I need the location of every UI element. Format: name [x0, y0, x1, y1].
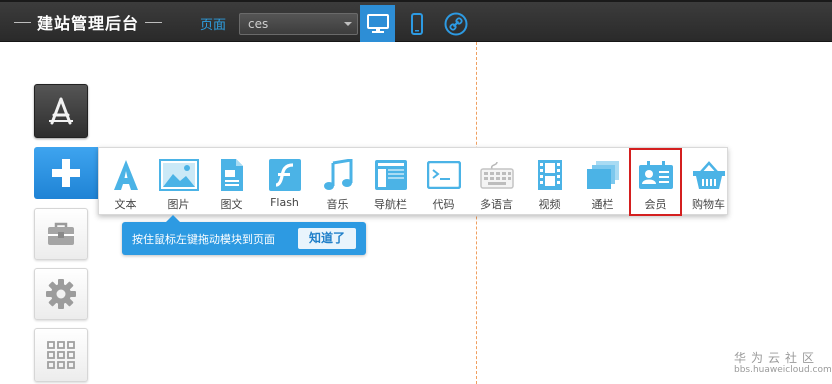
module-navbar[interactable]: 导航栏	[364, 148, 417, 216]
member-card-icon	[634, 157, 678, 193]
watermark-brand: 华为云社区	[734, 351, 820, 365]
module-code[interactable]: 代码	[417, 148, 470, 216]
app-title-text: 建站管理后台	[37, 14, 140, 33]
module-label: 导航栏	[374, 198, 407, 211]
app-store-icon	[49, 97, 73, 125]
phone-icon	[411, 12, 423, 35]
page-select[interactable]: ces	[239, 13, 358, 35]
video-icon	[528, 157, 572, 193]
settings-button[interactable]	[34, 268, 88, 320]
module-label: Flash	[270, 196, 299, 209]
module-image-text[interactable]: 图文	[205, 148, 258, 216]
navbar-icon	[369, 157, 413, 193]
module-label: 视频	[538, 198, 561, 211]
desktop-view-button[interactable]	[360, 5, 395, 42]
text-icon	[104, 157, 148, 193]
module-label: 音乐	[326, 198, 349, 211]
module-label: 图片	[167, 198, 190, 211]
module-label: 图文	[220, 198, 243, 211]
toolbox-icon	[48, 222, 74, 245]
app-title: 建站管理后台	[8, 9, 168, 35]
flash-icon	[263, 157, 307, 193]
toolbox-button[interactable]	[34, 208, 88, 260]
keyboard-icon	[475, 157, 519, 193]
module-image[interactable]: 图片	[152, 148, 205, 216]
code-icon	[422, 157, 466, 193]
module-label: 会员	[644, 198, 667, 211]
more-apps-button[interactable]	[34, 328, 88, 382]
music-icon	[316, 157, 360, 193]
module-panel: 文本 图片 图文 Flash 音乐 导航栏 代码 多语言 视频 通栏 会员 购物…	[98, 147, 728, 216]
module-member[interactable]: 会员	[629, 148, 682, 216]
module-banner[interactable]: 通栏	[576, 148, 629, 216]
link-circle-icon	[444, 12, 468, 35]
module-label: 代码	[432, 198, 455, 211]
cart-icon	[687, 157, 731, 193]
grid-apps-icon	[47, 341, 75, 369]
module-label: 文本	[114, 198, 137, 211]
drag-hint-tooltip: 按住鼠标左键拖动模块到页面 知道了	[122, 215, 366, 255]
gear-icon	[46, 279, 76, 309]
image-text-icon	[210, 157, 254, 193]
watermark-url: bbs.huaweicloud.com	[734, 365, 832, 375]
banner-icon	[581, 157, 625, 193]
monitor-icon	[366, 13, 389, 33]
title-dash-right	[145, 21, 163, 23]
module-label: 通栏	[591, 198, 614, 211]
top-bar: 建站管理后台 页面 ces	[0, 0, 832, 42]
module-multilang[interactable]: 多语言	[470, 148, 523, 216]
module-flash[interactable]: Flash	[258, 148, 311, 216]
link-button[interactable]	[440, 5, 472, 42]
title-dash-left	[14, 21, 31, 23]
app-store-button[interactable]	[34, 84, 88, 138]
page: 建站管理后台 页面 ces 文本 图片 图文 Flash 音乐 导航栏 代码 多…	[0, 0, 832, 384]
mobile-view-button[interactable]	[401, 5, 433, 42]
module-music[interactable]: 音乐	[311, 148, 364, 216]
module-list: 文本 图片 图文 Flash 音乐 导航栏 代码 多语言 视频 通栏 会员 购物…	[99, 148, 735, 216]
page-label: 页面	[200, 18, 227, 33]
module-text[interactable]: 文本	[99, 148, 152, 216]
add-module-button[interactable]	[34, 147, 98, 199]
module-video[interactable]: 视频	[523, 148, 576, 216]
page-select-value: ces	[248, 17, 269, 31]
plus-icon	[52, 159, 80, 187]
module-label: 购物车	[692, 198, 725, 211]
drag-hint-message: 按住鼠标左键拖动模块到页面	[132, 233, 275, 246]
got-it-button[interactable]: 知道了	[298, 228, 356, 249]
module-label: 多语言	[480, 198, 513, 211]
image-icon	[157, 157, 201, 193]
module-cart[interactable]: 购物车	[682, 148, 735, 216]
chevron-down-icon	[344, 22, 352, 26]
